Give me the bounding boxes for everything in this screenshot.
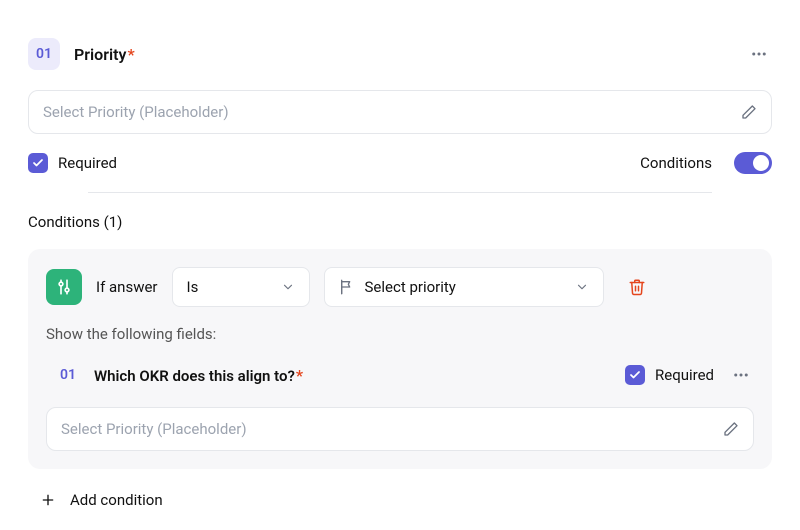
trash-icon: [628, 278, 646, 296]
check-icon: [32, 157, 44, 169]
nested-required-label: Required: [655, 366, 714, 384]
required-checkbox[interactable]: [28, 153, 48, 173]
field-title-wrap: Priority*: [74, 45, 135, 64]
edit-field-button[interactable]: [741, 104, 757, 120]
nested-priority-select[interactable]: Select Priority (Placeholder): [46, 407, 754, 451]
field-more-menu[interactable]: [746, 41, 772, 67]
answer-value-dropdown[interactable]: Select priority: [324, 267, 604, 307]
conditions-toggle[interactable]: [734, 152, 772, 174]
chevron-down-icon: [281, 280, 295, 294]
nested-field-more-menu[interactable]: [728, 362, 754, 388]
required-star-icon: *: [296, 366, 303, 385]
add-condition-button[interactable]: Add condition: [40, 491, 772, 509]
nested-field-title: Which OKR does this align to?: [94, 367, 295, 385]
nested-field-title-wrap: Which OKR does this align to?*: [94, 366, 303, 385]
priority-select[interactable]: Select Priority (Placeholder): [28, 90, 772, 134]
nested-priority-placeholder: Select Priority (Placeholder): [61, 420, 247, 438]
settings-sliders-icon: [55, 278, 73, 296]
kebab-icon: [750, 45, 768, 63]
flag-icon: [339, 279, 355, 295]
nested-edit-field-button[interactable]: [723, 421, 739, 437]
divider: [88, 192, 712, 193]
operator-dropdown[interactable]: Is: [172, 267, 310, 307]
conditions-section-title: Conditions (1): [28, 213, 772, 231]
nested-required-checkbox[interactable]: [625, 365, 645, 385]
pencil-icon: [741, 104, 757, 120]
plus-icon: [40, 492, 56, 508]
answer-value-placeholder: Select priority: [365, 278, 456, 296]
operator-value: Is: [187, 278, 199, 296]
condition-card: If answer Is Select priority Show the fo…: [28, 249, 772, 469]
field-title: Priority: [74, 45, 126, 64]
kebab-icon: [732, 366, 750, 384]
delete-condition-button[interactable]: [628, 278, 646, 296]
add-condition-label: Add condition: [70, 491, 163, 509]
field-number-badge: 01: [28, 38, 60, 70]
pencil-icon: [723, 421, 739, 437]
required-label: Required: [58, 154, 117, 172]
required-star-icon: *: [127, 45, 134, 64]
check-icon: [629, 369, 641, 381]
chevron-down-icon: [575, 280, 589, 294]
if-answer-label: If answer: [96, 278, 158, 296]
priority-select-placeholder: Select Priority (Placeholder): [43, 103, 229, 121]
show-fields-label: Show the following fields:: [46, 325, 754, 343]
nested-field-number: 01: [56, 359, 80, 391]
condition-icon-box: [46, 269, 82, 305]
conditions-label: Conditions: [640, 154, 712, 172]
